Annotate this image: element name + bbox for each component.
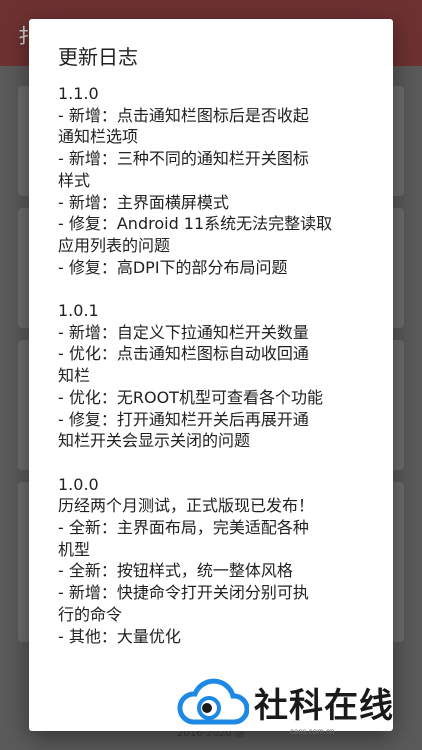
release-note-line: 通知栏选项	[58, 127, 139, 147]
release-note-line: 历经两个月测试，正式版现已发布！	[58, 496, 315, 516]
release-note-line: - 优化：点击通知栏图标自动收回通	[58, 344, 309, 364]
release-note-line: - 其他：大量优化	[58, 626, 181, 646]
release-note-line: 应用列表的问题	[58, 235, 171, 255]
changelog-content[interactable]: 1.1.0 - 新增：点击通知栏图标后是否收起 通知栏选项 - 新增：三种不同的通知栏…	[58, 83, 368, 663]
release-note-line: - 全新：按钮样式，统一整体风格	[58, 561, 293, 581]
release-note-line: - 全新：主界面布局，完美适配各种	[58, 518, 309, 538]
release-note-line: 行的命令	[58, 604, 123, 624]
release-note-line: - 优化：无ROOT机型可查看各个功能	[58, 387, 323, 407]
release-note-line: 机型	[58, 539, 91, 559]
release-note-line: - 新增：点击通知栏图标后是否收起	[58, 105, 309, 125]
release-note-line: - 新增：快捷命令打开关闭分别可执	[58, 583, 309, 603]
release-note-line: - 新增：自定义下拉通知栏开关数量	[58, 322, 309, 342]
dialog-title: 更新日志	[58, 45, 138, 69]
release-note-line: - 新增：三种不同的通知栏开关图标	[58, 149, 309, 169]
release-section: 1.1.0 - 新增：点击通知栏图标后是否收起 通知栏选项 - 新增：三种不同的通知栏…	[58, 83, 368, 278]
release-version: 1.1.0	[58, 84, 99, 103]
release-note-line: - 修复：Android 11系统无法完整读取	[58, 214, 333, 234]
release-version: 1.0.1	[58, 301, 99, 321]
release-section: 1.0.1- 新增：自定义下拉通知栏开关数量 - 优化：点击通知栏图标自动收回通知…	[58, 300, 368, 452]
release-note-line: 知栏开关会显示关闭的问题	[58, 431, 251, 451]
watermark-url: cass.com.cn	[290, 727, 335, 736]
watermark: 社科在线 cass.com.cn	[172, 664, 422, 750]
release-note-line: - 修复：高DPI下的部分布局问题	[58, 257, 288, 277]
watermark-text: 社科在线	[254, 686, 394, 726]
release-note-line: 样式	[58, 170, 91, 190]
release-note-line: - 新增：主界面横屏模式	[58, 192, 229, 212]
release-version: 1.0.0	[58, 474, 99, 494]
release-note-line: 知栏	[58, 366, 91, 386]
cloud-eye-logo-icon	[177, 678, 249, 725]
changelog-dialog: 更新日志 1.1.0 - 新增：点击通知栏图标后是否收起 通知栏选项 - 新增：三种不…	[29, 19, 393, 731]
release-note-line: - 修复：打开通知栏开关后再展开通	[58, 409, 309, 429]
release-section: 1.0.0 历经两个月测试，正式版现已发布！ - 全新：主界面布局，完美适配各种 机型…	[58, 474, 368, 648]
